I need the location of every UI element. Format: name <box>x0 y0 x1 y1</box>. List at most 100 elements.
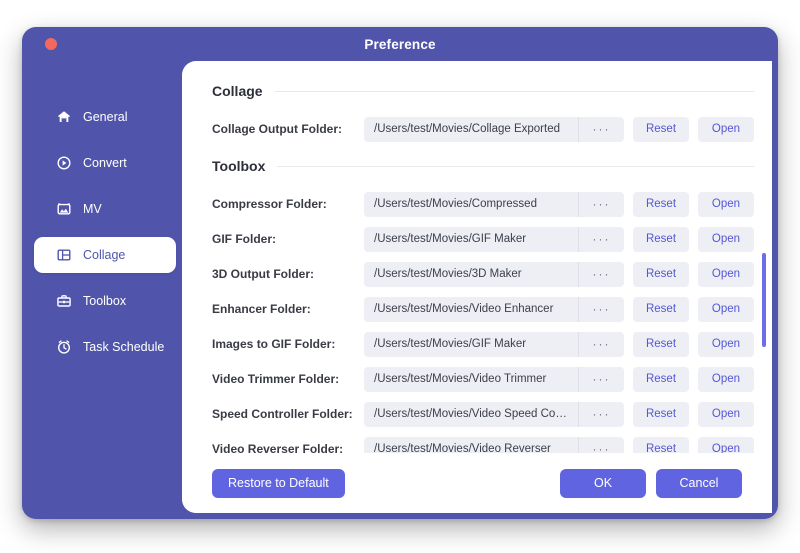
reset-button[interactable]: Reset <box>633 296 689 322</box>
sidebar-item-toolbox[interactable]: Toolbox <box>34 283 182 319</box>
section-divider <box>274 90 754 92</box>
sidebar-item-mv[interactable]: MV <box>34 191 182 227</box>
folder-path-value: /Users/test/Movies/3D Maker <box>374 268 522 280</box>
folder-path-value: /Users/test/Movies/GIF Maker <box>374 338 527 350</box>
open-button[interactable]: Open <box>698 296 754 322</box>
setting-label: Images to GIF Folder: <box>212 337 336 351</box>
section-header-toolbox: Toolbox <box>212 158 754 174</box>
folder-path-field[interactable]: /Users/test/Movies/Video Trimmer ··· <box>364 366 624 392</box>
convert-icon <box>56 155 72 171</box>
open-button[interactable]: Open <box>698 401 754 427</box>
folder-path-field[interactable]: /Users/test/Movies/GIF Maker ··· <box>364 331 624 357</box>
setting-row: Video Reverser Folder: /Users/test/Movie… <box>212 432 754 453</box>
section-divider <box>277 165 754 167</box>
browse-button[interactable]: ··· <box>578 436 624 453</box>
folder-path-value: /Users/test/Movies/Compressed <box>374 198 537 210</box>
section-title: Toolbox <box>212 158 266 174</box>
screen: Preference General Convert MV Collage To… <box>0 0 800 553</box>
sidebar: General Convert MV Collage Toolbox Task … <box>22 61 182 519</box>
folder-path-field[interactable]: /Users/test/Movies/Video Speed Controlle… <box>364 401 624 427</box>
reset-button[interactable]: Reset <box>633 116 689 142</box>
settings-panel: Collage Collage Output Folder: /Users/te… <box>182 61 772 513</box>
setting-row: Compressor Folder: /Users/test/Movies/Co… <box>212 187 754 221</box>
open-button[interactable]: Open <box>698 116 754 142</box>
close-button[interactable] <box>45 38 57 50</box>
browse-button[interactable]: ··· <box>578 191 624 217</box>
browse-button[interactable]: ··· <box>578 331 624 357</box>
folder-path-field[interactable]: /Users/test/Movies/GIF Maker ··· <box>364 226 624 252</box>
reset-button[interactable]: Reset <box>633 261 689 287</box>
reset-button[interactable]: Reset <box>633 436 689 453</box>
setting-row: Images to GIF Folder: /Users/test/Movies… <box>212 327 754 361</box>
folder-path-value: /Users/test/Movies/Video Reverser <box>374 443 551 453</box>
sidebar-item-convert[interactable]: Convert <box>34 145 182 181</box>
setting-label: GIF Folder: <box>212 232 276 246</box>
sidebar-item-label: Collage <box>83 248 126 262</box>
sidebar-item-general[interactable]: General <box>34 99 182 135</box>
sidebar-item-collage[interactable]: Collage <box>34 237 176 273</box>
reset-button[interactable]: Reset <box>633 191 689 217</box>
setting-label: Video Reverser Folder: <box>212 442 344 453</box>
task-schedule-icon <box>56 339 72 355</box>
sidebar-item-label: Task Schedule <box>83 340 165 354</box>
sidebar-item-label: Convert <box>83 156 127 170</box>
browse-button[interactable]: ··· <box>578 401 624 427</box>
setting-label: Collage Output Folder: <box>212 122 342 136</box>
mv-icon <box>56 201 72 217</box>
open-button[interactable]: Open <box>698 191 754 217</box>
browse-button[interactable]: ··· <box>578 116 624 142</box>
section-title: Collage <box>212 83 263 99</box>
sidebar-item-label: MV <box>83 202 102 216</box>
cancel-button[interactable]: Cancel <box>656 468 742 498</box>
ok-button[interactable]: OK <box>560 468 646 498</box>
open-button[interactable]: Open <box>698 436 754 453</box>
dialog-footer: Restore to Default OK Cancel <box>182 453 772 513</box>
open-button[interactable]: Open <box>698 261 754 287</box>
settings-scroll-area: Collage Collage Output Folder: /Users/te… <box>182 61 772 453</box>
folder-path-value: /Users/test/Movies/Collage Exported <box>374 123 560 135</box>
setting-row: Video Trimmer Folder: /Users/test/Movies… <box>212 362 754 396</box>
folder-path-field[interactable]: /Users/test/Movies/Video Reverser ··· <box>364 436 624 453</box>
reset-button[interactable]: Reset <box>633 366 689 392</box>
window-title: Preference <box>364 36 436 52</box>
reset-button[interactable]: Reset <box>633 226 689 252</box>
browse-button[interactable]: ··· <box>578 296 624 322</box>
folder-path-value: /Users/test/Movies/Video Enhancer <box>374 303 554 315</box>
preference-window: Preference General Convert MV Collage To… <box>22 27 778 519</box>
folder-path-field[interactable]: /Users/test/Movies/Compressed ··· <box>364 191 624 217</box>
setting-label: Video Trimmer Folder: <box>212 372 340 386</box>
setting-label: Enhancer Folder: <box>212 302 311 316</box>
browse-button[interactable]: ··· <box>578 226 624 252</box>
open-button[interactable]: Open <box>698 366 754 392</box>
folder-path-value: /Users/test/Movies/GIF Maker <box>374 233 527 245</box>
browse-button[interactable]: ··· <box>578 366 624 392</box>
vertical-scrollbar[interactable] <box>762 253 766 347</box>
folder-path-value: /Users/test/Movies/Video Speed Controlle… <box>374 408 578 420</box>
folder-path-value: /Users/test/Movies/Video Trimmer <box>374 373 547 385</box>
setting-label: Speed Controller Folder: <box>212 407 353 421</box>
section-header-collage: Collage <box>212 83 754 99</box>
open-button[interactable]: Open <box>698 331 754 357</box>
restore-to-default-button[interactable]: Restore to Default <box>212 468 345 498</box>
setting-row: Enhancer Folder: /Users/test/Movies/Vide… <box>212 292 754 326</box>
setting-row: Collage Output Folder: /Users/test/Movie… <box>212 112 754 146</box>
reset-button[interactable]: Reset <box>633 401 689 427</box>
browse-button[interactable]: ··· <box>578 261 624 287</box>
sidebar-item-task-schedule[interactable]: Task Schedule <box>34 329 182 365</box>
folder-path-field[interactable]: /Users/test/Movies/Collage Exported ··· <box>364 116 624 142</box>
folder-path-field[interactable]: /Users/test/Movies/3D Maker ··· <box>364 261 624 287</box>
folder-path-field[interactable]: /Users/test/Movies/Video Enhancer ··· <box>364 296 624 322</box>
setting-label: Compressor Folder: <box>212 197 327 211</box>
open-button[interactable]: Open <box>698 226 754 252</box>
sidebar-item-label: General <box>83 110 128 124</box>
setting-label: 3D Output Folder: <box>212 267 314 281</box>
setting-row: GIF Folder: /Users/test/Movies/GIF Maker… <box>212 222 754 256</box>
reset-button[interactable]: Reset <box>633 331 689 357</box>
title-bar: Preference <box>22 27 778 61</box>
